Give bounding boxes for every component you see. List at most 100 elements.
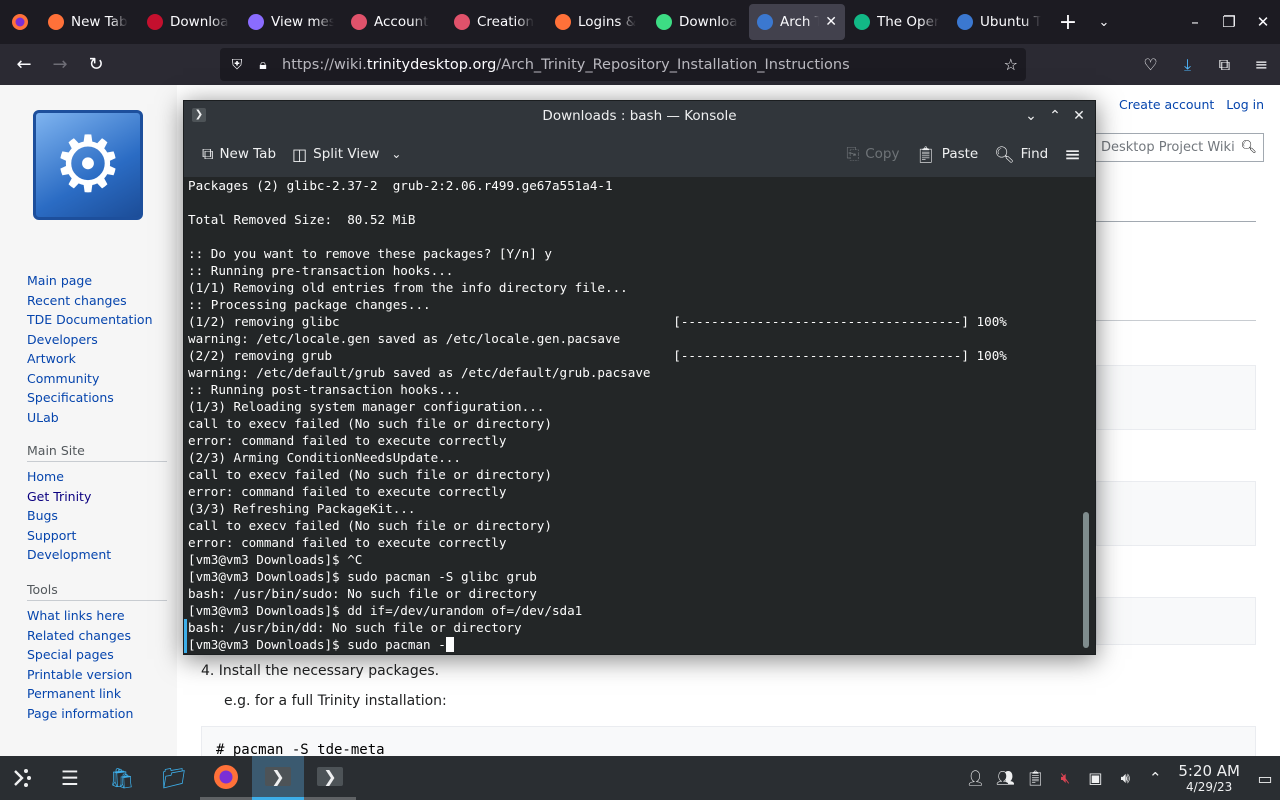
sidebar-link[interactable]: Related changes xyxy=(27,626,167,646)
tab-label: Creation xyxy=(477,14,535,30)
konsole-minimize-button[interactable]: ⌄ xyxy=(1019,108,1043,124)
android-studio-icon xyxy=(656,14,672,30)
new-tab-label: New Tab xyxy=(219,146,277,162)
log-in-link[interactable]: Log in xyxy=(1226,97,1264,112)
konsole-maximize-button[interactable]: ⌃ xyxy=(1043,108,1067,124)
sidebar-link[interactable]: Get Trinity xyxy=(27,487,167,507)
firefox-view-button[interactable] xyxy=(0,0,40,44)
lock-icon[interactable]: 🔒︎ xyxy=(250,57,276,73)
firefox-taskbar-item[interactable] xyxy=(200,756,252,800)
show-desktop-button[interactable]: ▭ xyxy=(1250,769,1280,788)
sidebar-link[interactable]: ULab xyxy=(27,408,153,428)
user-icon[interactable]: 👤︎ xyxy=(960,769,990,787)
downloads-icon[interactable]: ⤓ xyxy=(1169,55,1206,75)
clock-time: 5:20 AM xyxy=(1178,762,1240,780)
hamburger-menu-button[interactable]: ≡ xyxy=(1056,138,1089,170)
terminal-line: bash: /usr/bin/sudo: No such file or dir… xyxy=(188,586,537,601)
sidebar-link[interactable]: Main page xyxy=(27,271,153,291)
minimize-button[interactable]: – xyxy=(1178,13,1212,31)
tab-label: View mes xyxy=(271,14,334,30)
sidebar-link[interactable]: TDE Documentation xyxy=(27,310,153,330)
konsole-taskbar-item[interactable]: ❯ xyxy=(304,756,356,800)
browser-tab[interactable]: Logins & xyxy=(547,4,647,40)
browser-tab[interactable]: The Oper xyxy=(846,4,948,40)
terminal-prompt-line[interactable]: [vm3@vm3 Downloads]$ sudo pacman - xyxy=(188,636,1007,653)
volume-icon[interactable]: 🔊︎ xyxy=(1110,769,1140,787)
browser-tab[interactable]: Ubuntu T xyxy=(949,4,1049,40)
find-button[interactable]: 🔍︎ Find xyxy=(986,138,1056,170)
sidebar-link[interactable]: Bugs xyxy=(27,506,167,526)
list-all-tabs-button[interactable]: ⌄ xyxy=(1086,15,1122,30)
url-bar[interactable]: ⛨ 🔒︎ https://wiki.trinitydesktop.org/Arc… xyxy=(220,48,1026,81)
trinity-gear-icon: ⚙ xyxy=(53,120,123,210)
sidebar-link[interactable]: Support xyxy=(27,526,167,546)
firefox-icon xyxy=(555,14,571,30)
konsole-taskbar-item-active[interactable]: ❯ xyxy=(252,756,304,800)
wiki-search-input[interactable]: Desktop Project Wiki 🔍︎ xyxy=(1094,133,1264,162)
sidebar-link[interactable]: Developers xyxy=(27,330,153,350)
user-switch-icon[interactable]: 👥︎ xyxy=(990,769,1020,787)
sidebar-link[interactable]: Specifications xyxy=(27,388,153,408)
konsole-app-icon[interactable]: ❯ xyxy=(192,108,206,122)
close-tab-icon[interactable]: ✕ xyxy=(825,14,837,30)
application-launcher-button[interactable] xyxy=(0,756,44,800)
copy-button[interactable]: ⎘ Copy xyxy=(838,138,907,170)
sidebar-link[interactable]: Artwork xyxy=(27,349,153,369)
browser-tab[interactable]: New Tab xyxy=(40,4,138,40)
browser-tab[interactable]: View mes xyxy=(240,4,342,40)
discover-taskbar-item[interactable]: 🛍︎ xyxy=(96,756,148,800)
split-view-button[interactable]: ◫ Split View ⌄ xyxy=(284,138,409,170)
system-settings-taskbar-item[interactable]: ☰ xyxy=(44,756,96,800)
split-view-label: Split View xyxy=(313,146,380,162)
terminal-line: [vm3@vm3 Downloads]$ ^C xyxy=(188,552,363,567)
chevron-up-icon[interactable]: ⌃ xyxy=(1140,769,1170,787)
konsole-titlebar[interactable]: ❯ Downloads : bash — Konsole ⌄ ⌃ ✕ xyxy=(184,101,1095,131)
search-icon[interactable]: 🔍︎ xyxy=(1240,140,1257,155)
close-window-button[interactable]: ✕ xyxy=(1246,13,1280,31)
new-tab-button[interactable]: ⧉ New Tab xyxy=(194,138,284,170)
url-text[interactable]: https://wiki.trinitydesktop.org/Arch_Tri… xyxy=(282,57,850,73)
back-button[interactable]: ← xyxy=(6,54,42,75)
settings-sliders-icon: ☰ xyxy=(61,766,79,790)
browser-tab[interactable]: Account xyxy=(343,4,445,40)
sidebar-link[interactable]: Community xyxy=(27,369,153,389)
forward-button[interactable]: → xyxy=(42,54,78,75)
sidebar-link[interactable]: Development xyxy=(27,545,167,565)
sidebar-link[interactable]: Home xyxy=(27,467,167,487)
new-tab-button[interactable]: + xyxy=(1050,10,1086,35)
infinity-icon xyxy=(454,14,470,30)
tab-label: Logins & xyxy=(578,14,637,30)
device-icon[interactable]: ▣ xyxy=(1080,769,1110,787)
terminal-scrollbar[interactable] xyxy=(1083,512,1089,648)
terminal-area[interactable]: Packages (2) glibc-2.37-2 grub-2:2.06.r4… xyxy=(184,177,1095,654)
sidebar-link[interactable]: Printable version xyxy=(27,665,167,685)
find-label: Find xyxy=(1020,146,1049,162)
pocket-icon[interactable]: ♡ xyxy=(1132,55,1169,74)
trinity-logo[interactable]: ⚙ xyxy=(33,110,143,220)
sidebar-link[interactable]: What links here xyxy=(27,606,167,626)
dolphin-taskbar-item[interactable]: 📁︎ xyxy=(148,756,200,800)
trinity-icon xyxy=(757,14,773,30)
extensions-icon[interactable]: ⧉ xyxy=(1206,55,1243,75)
konsole-close-button[interactable]: ✕ xyxy=(1067,108,1091,124)
sidebar-link[interactable]: Special pages xyxy=(27,645,167,665)
chevron-down-icon[interactable]: ⌄ xyxy=(391,147,401,161)
browser-tab[interactable]: Downloa xyxy=(139,4,239,40)
sidebar-link[interactable]: Recent changes xyxy=(27,291,153,311)
paste-button[interactable]: 📋︎ Paste xyxy=(907,138,986,170)
clipboard-icon[interactable]: 📋︎ xyxy=(1020,769,1050,787)
hamburger-menu-icon[interactable]: ≡ xyxy=(1243,55,1280,74)
bookmark-star-icon[interactable]: ☆ xyxy=(1004,55,1018,74)
sidebar-link[interactable]: Permanent link xyxy=(27,684,167,704)
restore-button[interactable]: ❐ xyxy=(1212,13,1246,31)
reload-button[interactable]: ↻ xyxy=(78,54,114,75)
konsole-toolbar: ⧉ New Tab ◫ Split View ⌄ ⎘ Copy 📋︎ Paste… xyxy=(184,131,1095,177)
browser-tab[interactable]: Creation xyxy=(446,4,546,40)
shield-icon[interactable]: ⛨ xyxy=(224,57,250,73)
browser-tab[interactable]: Downloa xyxy=(648,4,748,40)
browser-tab[interactable]: Arch Tr ✕ xyxy=(749,4,845,40)
create-account-link[interactable]: Create account xyxy=(1119,97,1214,112)
mute-icon[interactable]: 🔇︎ xyxy=(1050,769,1080,787)
sidebar-link[interactable]: Page information xyxy=(27,704,167,724)
digital-clock[interactable]: 5:20 AM 4/29/23 xyxy=(1178,762,1240,794)
